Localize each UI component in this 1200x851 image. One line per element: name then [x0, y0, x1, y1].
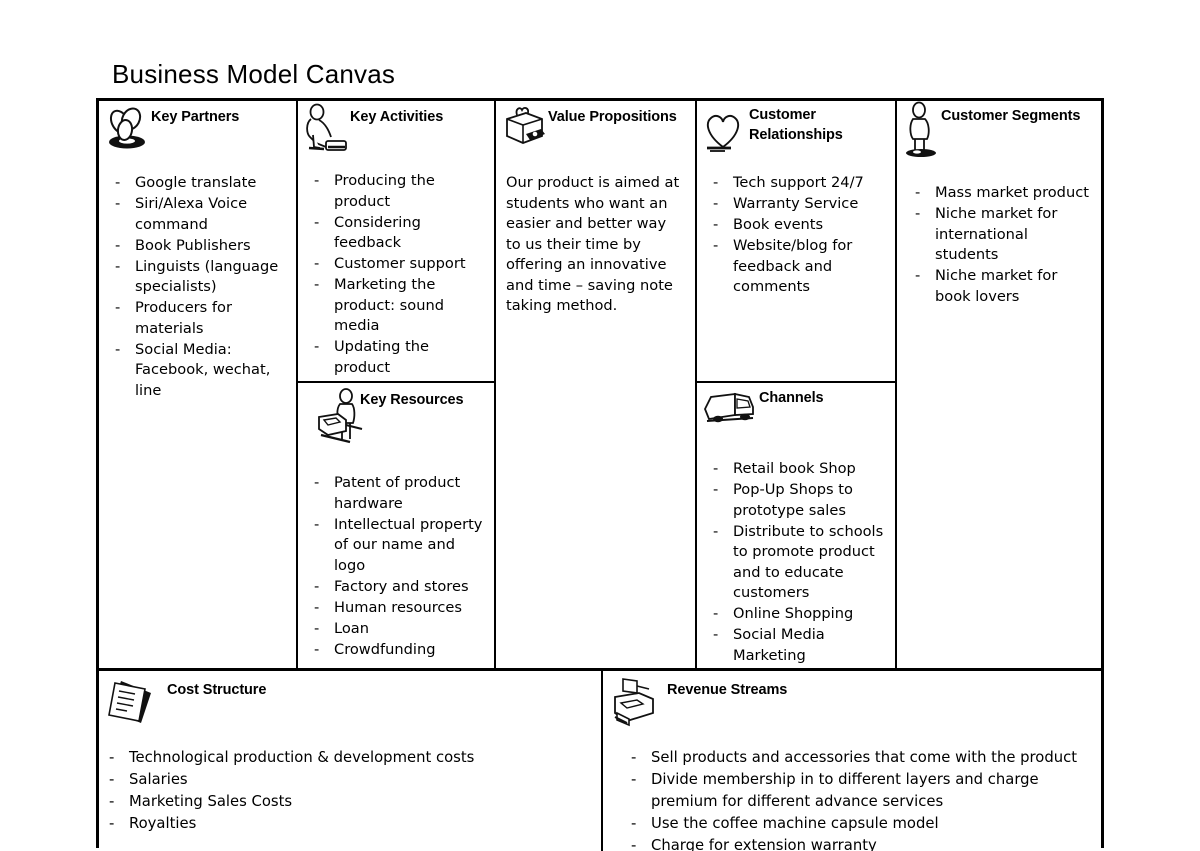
block-key-partners[interactable]: Key Partners Google translate Siri/Alexa…: [99, 101, 298, 668]
list-item: Factory and stores: [306, 577, 488, 598]
documents-icon: [105, 677, 163, 733]
list-item: Website/blog for feedback and comments: [705, 236, 889, 298]
list-item: Charge for extension warranty: [625, 835, 1095, 851]
list-item: Human resources: [306, 598, 488, 619]
list-item: Tech support 24/7: [705, 173, 889, 194]
heart-icon: [701, 107, 747, 159]
cost-structure-header: Cost Structure: [99, 671, 601, 733]
block-key-resources[interactable]: Key Resources Patent of product hardware…: [298, 383, 496, 668]
list-item: Updating the product: [306, 337, 488, 378]
gift-box-icon: [502, 103, 548, 155]
customer-relationships-title-line: Customer Relationships: [749, 105, 859, 145]
list-item: Sell products and accessories that come …: [625, 747, 1095, 769]
interlocking-rings-icon: [105, 103, 151, 155]
cost-structure-list: Technological production & development c…: [103, 747, 595, 835]
revenue-streams-header: Revenue Streams: [603, 671, 1101, 733]
revenue-streams-title: Revenue Streams: [667, 681, 787, 700]
list-item: Linguists (language specialists): [107, 257, 290, 298]
block-revenue-streams[interactable]: Revenue Streams Sell products and access…: [603, 668, 1101, 851]
list-item: Producers for materials: [107, 298, 290, 339]
customer-relationships-body: Tech support 24/7 Warranty Service Book …: [697, 161, 895, 298]
list-item: Distribute to schools to promote product…: [705, 522, 889, 604]
revenue-streams-list: Sell products and accessories that come …: [625, 747, 1095, 851]
key-partners-header: Key Partners: [99, 101, 296, 161]
channels-title: Channels: [759, 389, 823, 408]
block-cost-structure[interactable]: Cost Structure Technological production …: [99, 668, 603, 851]
worker-person-icon: [304, 103, 350, 155]
list-item: Divide membership in to different layers…: [625, 769, 1095, 812]
key-resources-header: Key Resources: [298, 383, 494, 455]
list-item: Technological production & development c…: [103, 747, 595, 769]
list-item: Considering feedback: [306, 213, 488, 254]
list-item: Pop-Up Shops to prototype sales: [705, 480, 889, 521]
block-customer-segments[interactable]: Customer Segments Mass market product Ni…: [897, 101, 1101, 668]
list-item: Crowdfunding: [306, 640, 488, 661]
block-key-activities[interactable]: Key Activities Producing the product Con…: [298, 101, 496, 383]
customer-segments-body: Mass market product Niche market for int…: [897, 161, 1101, 307]
list-item: Book events: [705, 215, 889, 236]
list-item: Niche market for book lovers: [907, 266, 1095, 307]
block-channels[interactable]: Channels Retail book Shop Pop-Up Shops t…: [697, 383, 897, 668]
list-item: Marketing Sales Costs: [103, 791, 595, 813]
list-item: Online Shopping: [705, 604, 889, 625]
key-resources-body: Patent of product hardware Intellectual …: [298, 455, 494, 660]
revenue-streams-body: Sell products and accessories that come …: [603, 733, 1101, 851]
page-title: Business Model Canvas: [112, 59, 395, 90]
list-item: Mass market product: [907, 183, 1095, 204]
list-item: Book Publishers: [107, 236, 290, 257]
list-item: Loan: [306, 619, 488, 640]
list-item: Social Media: Facebook, wechat, line: [107, 340, 290, 402]
list-item: Marketing the product: sound media: [306, 275, 488, 337]
delivery-truck-icon: [701, 387, 759, 431]
channels-list: Retail book Shop Pop-Up Shops to prototy…: [705, 459, 889, 666]
key-partners-title: Key Partners: [151, 108, 239, 127]
value-propositions-text: Our product is aimed at students who wan…: [506, 173, 689, 317]
standing-person-icon: [905, 101, 945, 159]
key-partners-list: Google translate Siri/Alexa Voice comman…: [107, 173, 290, 401]
cash-register-icon: [609, 673, 665, 733]
list-item: Social Media Marketing: [705, 625, 889, 666]
channels-header: Channels: [697, 383, 895, 439]
key-activities-body: Producing the product Considering feedba…: [298, 161, 494, 378]
list-item: Producing the product: [306, 171, 488, 212]
list-item: Royalties: [103, 813, 595, 835]
channels-body: Retail book Shop Pop-Up Shops to prototy…: [697, 439, 895, 666]
value-propositions-body: Our product is aimed at students who wan…: [496, 161, 695, 317]
list-item: Use the coffee machine capsule model: [625, 813, 1095, 835]
list-item: Google translate: [107, 173, 290, 194]
cost-structure-body: Technological production & development c…: [99, 733, 601, 835]
list-item: Salaries: [103, 769, 595, 791]
list-item: Warranty Service: [705, 194, 889, 215]
list-item: Patent of product hardware: [306, 473, 488, 514]
key-partners-body: Google translate Siri/Alexa Voice comman…: [99, 161, 296, 401]
list-item: Siri/Alexa Voice command: [107, 194, 290, 235]
list-item: Niche market for international students: [907, 204, 1095, 266]
customer-segments-header: Customer Segments: [897, 101, 1101, 161]
key-resources-list: Patent of product hardware Intellectual …: [306, 473, 488, 660]
customer-segments-list: Mass market product Niche market for int…: [907, 183, 1095, 307]
business-model-canvas-grid: Key Partners Google translate Siri/Alexa…: [96, 98, 1104, 848]
value-propositions-header: Value Propositions: [496, 101, 695, 161]
customer-relationships-list: Tech support 24/7 Warranty Service Book …: [705, 173, 889, 298]
list-item: Retail book Shop: [705, 459, 889, 480]
key-activities-title: Key Activities: [350, 108, 443, 127]
key-activities-header: Key Activities: [298, 101, 494, 161]
key-resources-title: Key Resources: [360, 391, 463, 410]
customer-segments-title: Customer Segments: [941, 107, 1080, 126]
key-activities-list: Producing the product Considering feedba…: [306, 171, 488, 378]
cost-structure-title: Cost Structure: [167, 681, 266, 700]
customer-relationships-header: Customer Relationships: [697, 101, 895, 161]
block-customer-relationships[interactable]: Customer Relationships Tech support 24/7…: [697, 101, 897, 383]
block-value-propositions[interactable]: Value Propositions Our product is aimed …: [496, 101, 697, 668]
customer-relationships-title: Customer Relationships: [749, 105, 859, 145]
list-item: Customer support: [306, 254, 488, 275]
list-item: Intellectual property of our name and lo…: [306, 515, 488, 577]
value-propositions-title: Value Propositions: [548, 108, 677, 127]
